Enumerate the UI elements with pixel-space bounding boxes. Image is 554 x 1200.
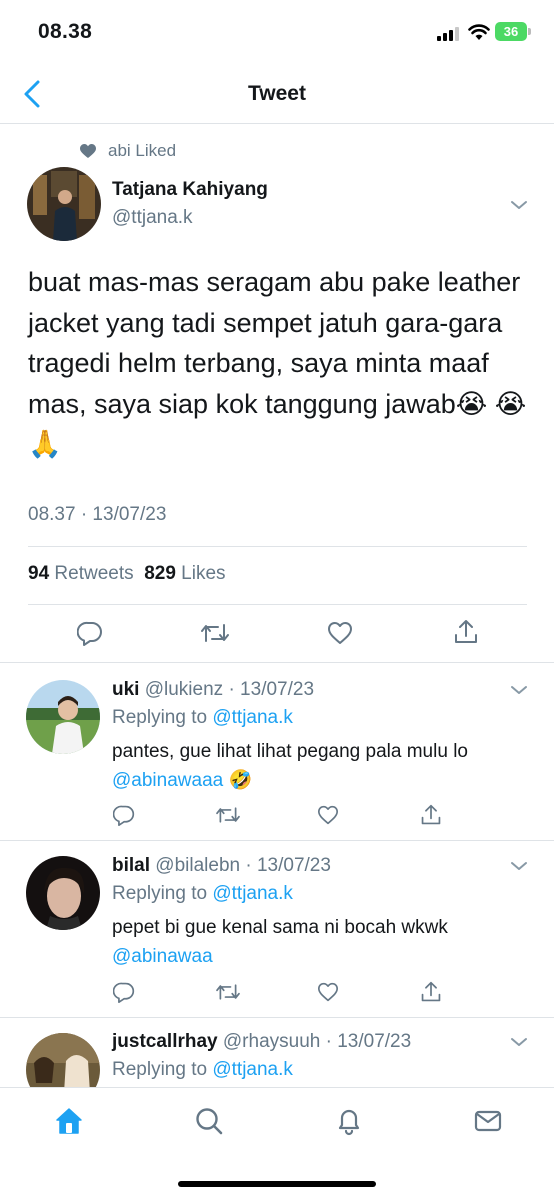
avatar[interactable] xyxy=(26,680,100,754)
likes-count[interactable]: 829 xyxy=(144,563,176,584)
avatar[interactable] xyxy=(26,856,100,930)
replying-to-label: Replying to xyxy=(112,883,208,904)
reply-author-name[interactable]: uki xyxy=(112,679,139,700)
reply-body: pepet bi gue kenal sama ni bocah wkwk xyxy=(112,917,448,938)
tweet-timestamp: 08.37 · 13/07/23 xyxy=(28,504,167,525)
status-time: 08.38 xyxy=(38,20,93,43)
navigation-header: Tweet xyxy=(0,64,554,124)
retweet-icon[interactable] xyxy=(215,981,241,1003)
chevron-down-icon[interactable] xyxy=(510,684,528,696)
wifi-icon xyxy=(468,24,490,40)
replying-to: Replying to @ttjana.k xyxy=(112,707,293,729)
reply-author-name[interactable]: bilal xyxy=(112,855,150,876)
share-icon[interactable] xyxy=(453,618,479,646)
share-icon[interactable] xyxy=(420,803,442,827)
reply-emoji: 🤣 xyxy=(228,770,253,791)
reply-author-handle[interactable]: @rhaysuuh xyxy=(223,1031,320,1052)
heart-icon xyxy=(80,143,96,158)
reply-author-name[interactable]: justcallrhay xyxy=(112,1031,218,1052)
replying-to-label: Replying to xyxy=(112,707,208,728)
reply-date: · 13/07/23 xyxy=(245,855,331,876)
reply-text: pantes, gue lihat lihat pegang pala mulu… xyxy=(112,737,532,795)
reply-date: · 13/07/23 xyxy=(325,1031,412,1052)
chevron-down-icon[interactable] xyxy=(510,1036,528,1048)
reply-date: · 13/07/23 xyxy=(228,679,315,700)
heart-icon[interactable] xyxy=(317,982,339,1002)
home-indicator xyxy=(178,1181,376,1187)
chevron-down-icon[interactable] xyxy=(510,860,528,872)
reply-icon[interactable] xyxy=(77,620,103,646)
reply-author-handle[interactable]: @bilalebn xyxy=(155,855,240,876)
status-bar: 08.38 36 xyxy=(0,0,554,64)
reply-text: pepet bi gue kenal sama ni bocah wkwk @a… xyxy=(112,913,532,971)
heart-icon[interactable] xyxy=(327,621,353,645)
retweet-icon[interactable] xyxy=(200,620,230,646)
heart-icon[interactable] xyxy=(317,805,339,825)
divider xyxy=(28,546,527,547)
reply-item[interactable]: justcallrhay @rhaysuuh · 13/07/23 Replyi… xyxy=(0,1018,554,1088)
search-icon[interactable] xyxy=(194,1106,224,1136)
reply-item[interactable]: bilal @bilalebn · 13/07/23 Replying to @… xyxy=(0,841,554,1017)
replying-to: Replying to @ttjana.k xyxy=(112,883,293,905)
divider xyxy=(28,604,527,605)
home-icon[interactable] xyxy=(54,1106,84,1136)
reply-header: bilal @bilalebn · 13/07/23 xyxy=(112,855,331,877)
replying-to: Replying to @ttjana.k xyxy=(112,1059,293,1081)
liked-by-label: abi Liked xyxy=(108,141,177,160)
reply-item[interactable]: uki @lukienz · 13/07/23 Replying to @ttj… xyxy=(0,663,554,840)
replying-to-label: Replying to xyxy=(112,1059,208,1080)
reply-header: justcallrhay @rhaysuuh · 13/07/23 xyxy=(112,1031,411,1053)
reply-icon[interactable] xyxy=(113,981,135,1003)
share-icon[interactable] xyxy=(420,980,442,1004)
reply-author-handle[interactable]: @lukienz xyxy=(145,679,223,700)
mail-icon[interactable] xyxy=(473,1106,503,1136)
replying-to-handle[interactable]: @ttjana.k xyxy=(212,1059,293,1080)
replying-to-handle[interactable]: @ttjana.k xyxy=(212,707,293,728)
social-context: abi Liked xyxy=(80,140,176,162)
battery-icon: 36 xyxy=(495,22,527,41)
reply-mention[interactable]: @abinawaaa xyxy=(112,770,223,791)
reply-body: pantes, gue lihat lihat pegang pala mulu… xyxy=(112,741,468,762)
retweet-icon[interactable] xyxy=(215,804,241,826)
retweets-count[interactable]: 94 xyxy=(28,563,49,584)
tweet-text: buat mas-mas seragam abu pake leather ja… xyxy=(28,267,527,459)
tweet-author[interactable]: Tatjana Kahiyang @ttjana.k xyxy=(112,179,268,229)
likes-label[interactable]: Likes xyxy=(181,563,225,584)
reply-mention[interactable]: @abinawaa xyxy=(112,946,213,967)
author-name[interactable]: Tatjana Kahiyang xyxy=(112,179,268,201)
avatar[interactable] xyxy=(27,167,101,241)
reply-header: uki @lukienz · 13/07/23 xyxy=(112,679,314,701)
author-handle[interactable]: @ttjana.k xyxy=(112,207,268,229)
reply-icon[interactable] xyxy=(113,804,135,826)
page-title: Tweet xyxy=(248,82,306,105)
replying-to-handle[interactable]: @ttjana.k xyxy=(212,883,293,904)
tweet-stats: 94 Retweets 829 Likes xyxy=(28,563,226,585)
chevron-down-icon[interactable] xyxy=(510,199,528,211)
avatar[interactable] xyxy=(26,1033,100,1088)
battery-cap xyxy=(528,28,531,35)
retweets-label[interactable]: Retweets xyxy=(54,563,133,584)
signal-icon xyxy=(437,25,461,41)
bell-icon[interactable] xyxy=(334,1106,364,1136)
